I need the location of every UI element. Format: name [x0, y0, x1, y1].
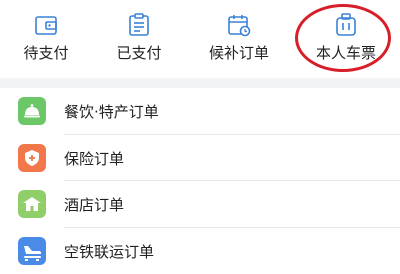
list-item-label: 餐饮·特产订单	[64, 101, 159, 122]
tab-pending-payment[interactable]: 待支付	[0, 0, 92, 78]
tab-label: 候补订单	[186, 42, 292, 63]
list-item-air-rail-orders[interactable]: 空铁联运订单	[0, 228, 400, 274]
list-item-dining-orders[interactable]: 餐饮·特产订单	[0, 88, 400, 135]
insurance-shield-icon	[18, 144, 46, 172]
dining-cloche-icon	[18, 97, 46, 125]
tab-label: 已支付	[92, 42, 186, 63]
order-category-list: 餐饮·特产订单 保险订单 酒店订单	[0, 88, 400, 274]
paid-list-icon	[126, 12, 152, 38]
order-tab-bar: 待支付 已支付 候补订单	[0, 0, 400, 78]
wallet-icon	[33, 12, 59, 38]
tab-paid[interactable]: 已支付	[92, 0, 186, 78]
waitlist-calendar-icon	[226, 12, 252, 38]
section-separator	[0, 78, 400, 88]
hotel-icon	[18, 190, 46, 218]
list-item-label: 保险订单	[64, 148, 124, 169]
list-item-insurance-orders[interactable]: 保险订单	[0, 135, 400, 182]
tab-label: 待支付	[0, 42, 92, 63]
list-item-hotel-orders[interactable]: 酒店订单	[0, 181, 400, 228]
list-item-label: 空铁联运订单	[64, 241, 154, 262]
highlight-circle	[295, 4, 391, 72]
list-item-label: 酒店订单	[64, 194, 124, 215]
air-rail-icon	[18, 237, 46, 265]
tab-waitlist-orders[interactable]: 候补订单	[186, 0, 292, 78]
